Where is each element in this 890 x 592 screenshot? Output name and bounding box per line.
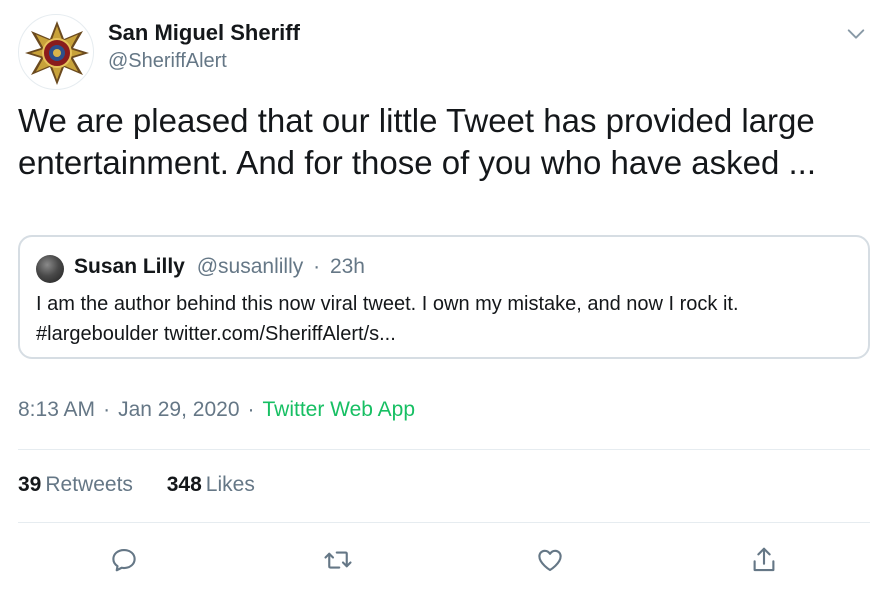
like-button[interactable] <box>532 542 568 578</box>
reply-icon <box>112 548 136 572</box>
quoted-tweet-text: I am the author behind this now viral tw… <box>36 293 739 345</box>
like-icon <box>538 549 562 572</box>
reply-button[interactable] <box>106 542 142 578</box>
likes-label: Likes <box>205 473 255 496</box>
author-avatar[interactable] <box>18 14 94 90</box>
retweet-button[interactable] <box>320 542 356 578</box>
tweet-text: We are pleased that our little Tweet has… <box>18 102 816 181</box>
author-name[interactable]: San Miguel Sheriff <box>108 20 300 46</box>
quoted-tweet-header: Susan Lilly @susanlilly · 23h <box>74 255 365 279</box>
tweet-stats: 39 Retweets 348 Likes <box>18 473 283 497</box>
sheriff-star-badge-icon <box>25 21 89 85</box>
tweet-actions <box>0 540 890 580</box>
chevron-down-icon <box>847 29 865 39</box>
quoted-timestamp: 23h <box>329 255 365 278</box>
retweets-stat[interactable]: 39 Retweets <box>18 473 133 497</box>
author-handle[interactable]: @SheriffAlert <box>108 50 227 73</box>
tweet-meta: 8:13 AM · Jan 29, 2020 · Twitter Web App <box>18 398 415 422</box>
quoted-tweet[interactable]: Susan Lilly @susanlilly · 23h I am the a… <box>18 235 870 359</box>
share-button[interactable] <box>746 542 782 578</box>
likes-count: 348 <box>166 473 202 496</box>
meta-separator: · <box>103 398 111 421</box>
quoted-author-avatar <box>36 255 64 283</box>
retweets-label: Retweets <box>45 473 133 496</box>
tweet-date[interactable]: Jan 29, 2020 <box>118 398 239 421</box>
share-icon <box>753 547 775 572</box>
likes-stat[interactable]: 348 Likes <box>167 473 255 497</box>
tweet-source-link[interactable]: Twitter Web App <box>263 398 416 421</box>
retweets-count: 39 <box>18 473 42 496</box>
quoted-author-name: Susan Lilly <box>74 255 185 278</box>
meta-separator: · <box>247 398 255 421</box>
divider <box>18 449 870 450</box>
tweet-time[interactable]: 8:13 AM <box>18 398 95 421</box>
more-options-button[interactable] <box>840 18 872 50</box>
divider <box>18 522 870 523</box>
retweet-icon <box>324 551 352 569</box>
quoted-author-handle: @susanlilly <box>196 255 304 278</box>
quoted-separator: · <box>313 255 321 278</box>
tweet-card: San Miguel Sheriff @SheriffAlert We are … <box>0 0 890 592</box>
